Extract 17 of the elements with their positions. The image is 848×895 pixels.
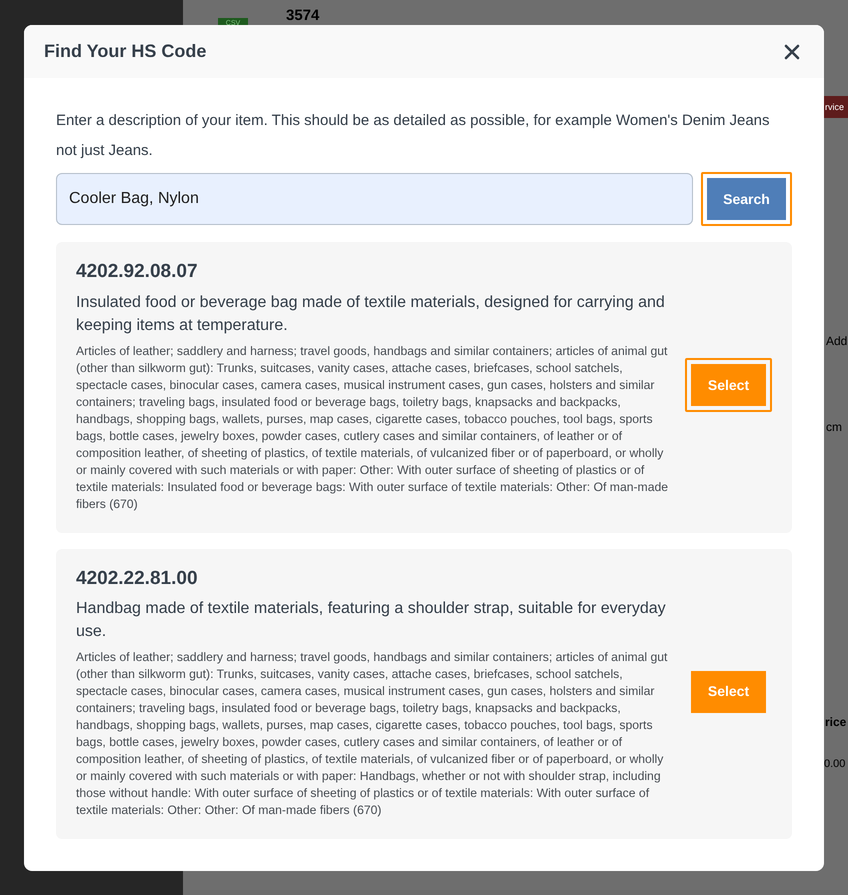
result-description: Articles of leather; saddlery and harness; travel goods, handbags and similar containers; articles of animal gut (other than silkworm gut): Trunks, suitcases, vanity cases, attache cases, briefcases, school satchels, spectacle cases, binocular cases, camera cases, musical instrument cases, gun cases, holsters and similar containers; traveling bags, insulated food or beverage bags, toiletry bags, knapsacks and backpacks, handbags, shopping bags, wallets, purses, map cases, cigarette cases, tobacco pouches, tool bags, sports bags, bottle cases, jewelry boxes, powder cases, cutlery cases and similar containers, of leather or of composition leather, of sheeting of plastics, of textile materials, of vulcanized fiber or of paperboard, or wholly or mainly covered with such materials or with paper: Other: With outer surface of sheeting of plastics or of textile materials: Insulated food or beverage bags: With outer surface of textile materials: Other: Of man-made fibers (670)	[76, 342, 669, 512]
close-icon	[784, 44, 800, 60]
instructions-text: Enter a description of your item. This should be as detailed as possible, for example Women's Denim Jeans not just Jeans.	[56, 111, 771, 161]
unit-text: cm	[826, 419, 842, 436]
service-badge: rvice	[824, 96, 848, 118]
search-field[interactable]: Cooler Bag, Nylon	[56, 173, 693, 225]
select-button[interactable]: Select	[685, 358, 772, 412]
price-header: rice	[825, 714, 846, 731]
modal-title: Find Your HS Code	[44, 40, 206, 62]
result-title: Insulated food or beverage bag made of textile materials, designed for carrying and keeping items at temperature.	[76, 292, 666, 336]
search-button[interactable]: Search	[701, 172, 792, 226]
result-title: Handbag made of textile materials, featuring a shoulder strap, suitable for everyday use.	[76, 599, 667, 642]
order-number: 3574	[286, 6, 320, 26]
price-value: 0.00	[824, 757, 846, 772]
hs-code: 4202.92.08.07	[76, 260, 199, 284]
hs-code: 4202.22.81.00	[76, 566, 199, 590]
result-description: Articles of leather; saddlery and harness; travel goods, handbags and similar containers; articles of animal gut (other than silkworm gut): Trunks, suitcases, vanity cases, attache cases, briefcases, school satchels, spectacle cases, binocular cases, camera cases, musical instrument cases, gun cases, holsters and similar containers; traveling bags, insulated food or beverage bags, toiletry bags, knapsacks and backpacks, handbags, shopping bags, wallets, purses, map cases, cigarette cases, tobacco pouches, tool bags, sports bags, bottle cases, jewelry boxes, powder cases, cutlery cases and similar containers, of leather or of composition leather, of sheeting of plastics, of textile materials, of vulcanized fiber or of paperboard, or wholly or mainly covered with such materials or with paper: Handbags, whether or not with shoulder strap, including those without handle: With outer surface of sheeting of plastics or of textile materials: With outer surface of textile materials: Other: Other: Of man-made fibers (670)	[76, 649, 668, 819]
